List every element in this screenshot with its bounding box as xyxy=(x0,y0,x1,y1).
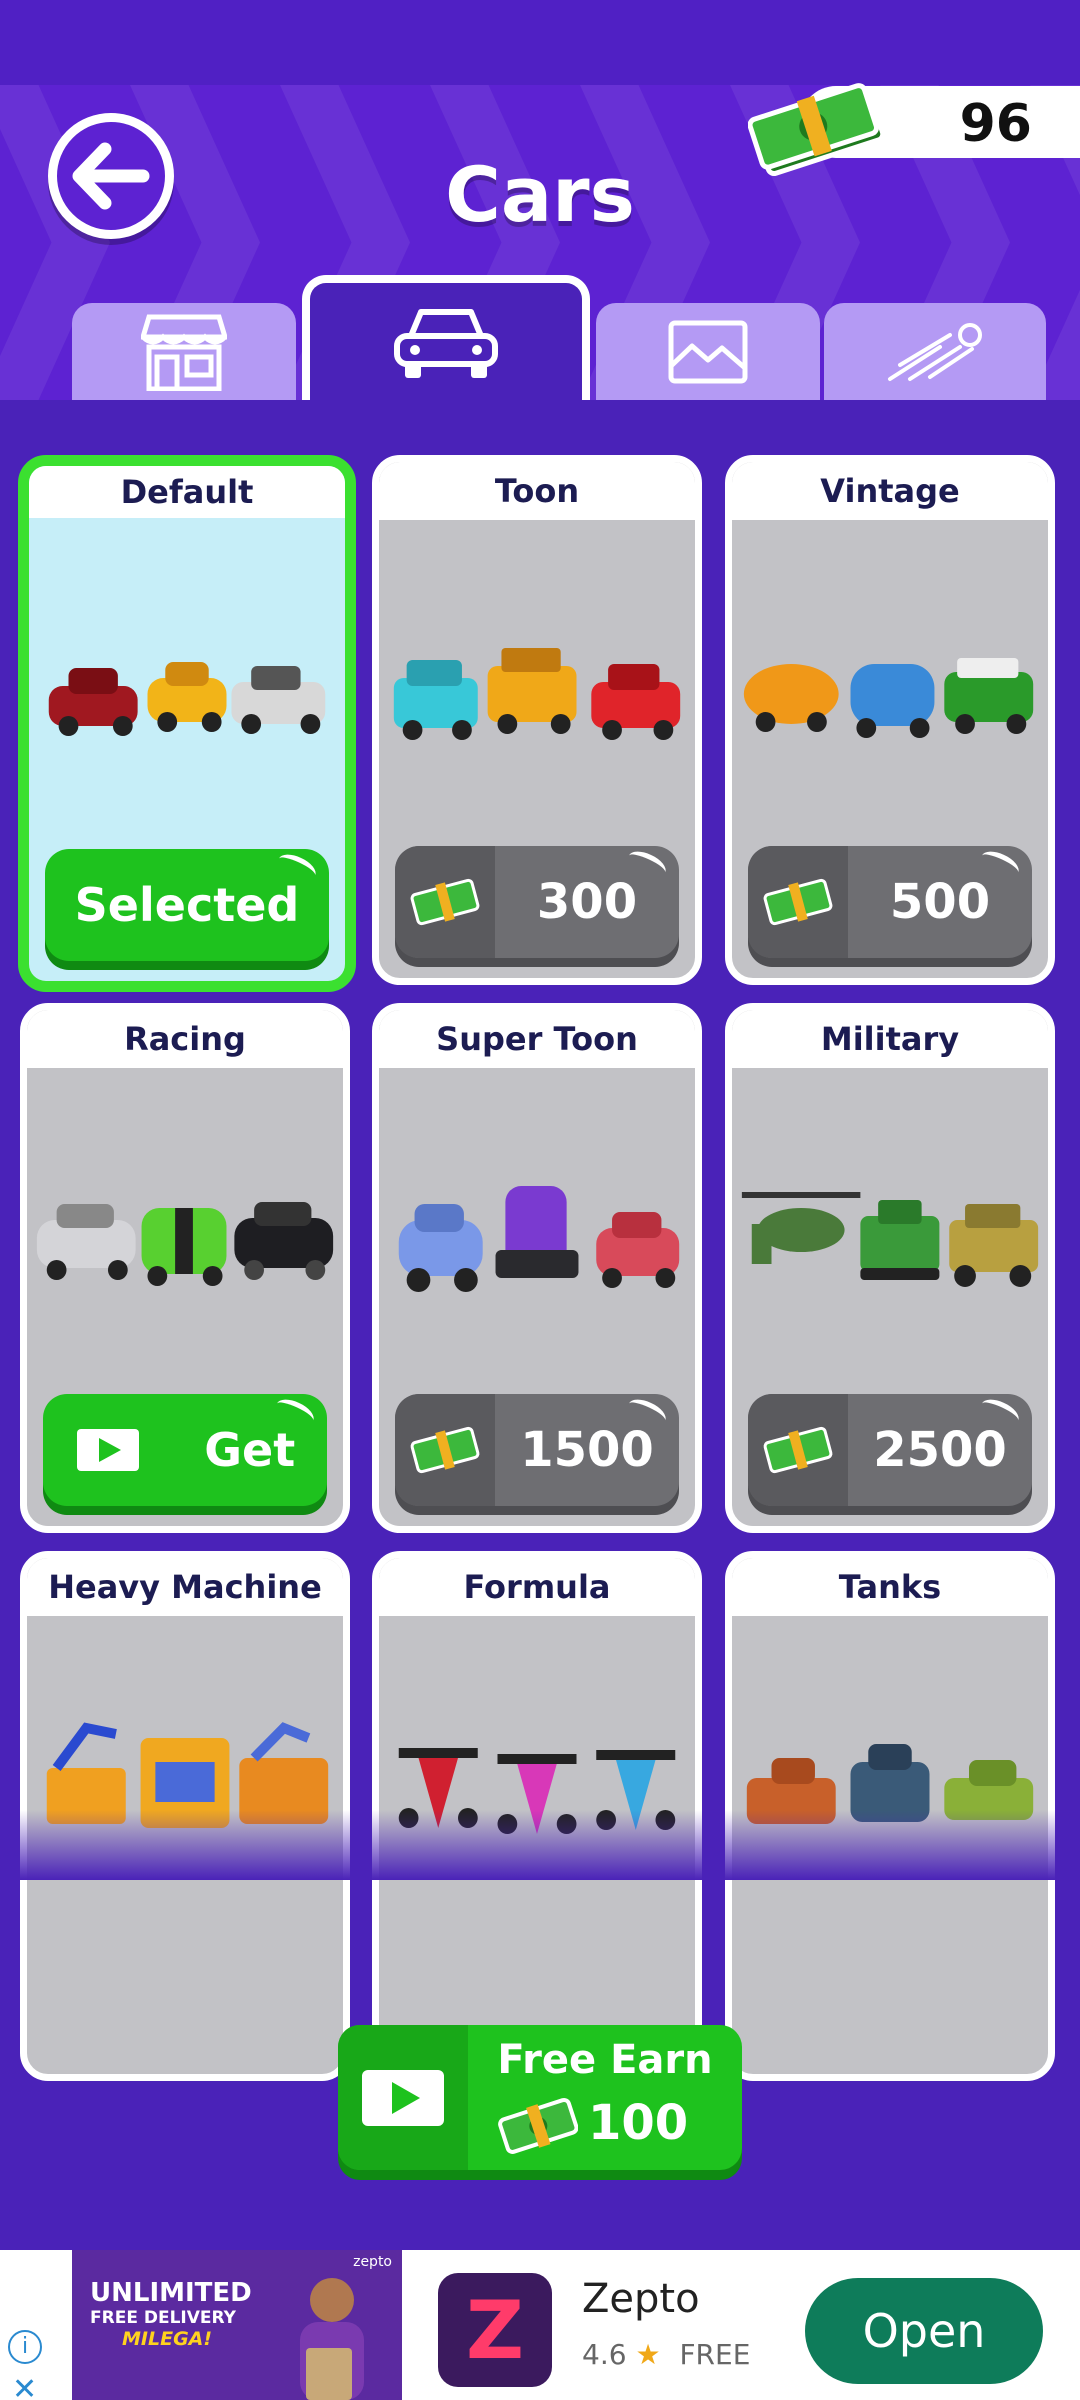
card-title: Vintage xyxy=(732,462,1048,520)
car-preview-image xyxy=(393,648,681,740)
landscape-icon xyxy=(668,320,748,383)
ad-info-icon[interactable]: i xyxy=(8,2330,42,2364)
card-title: Military xyxy=(732,1010,1048,1068)
car-pack-card-vintage[interactable]: Vintage 500 xyxy=(725,455,1055,985)
store-icon xyxy=(141,314,227,391)
car-preview-image xyxy=(398,1186,680,1292)
ad-open-button[interactable]: Open xyxy=(805,2278,1043,2384)
tab-effects[interactable] xyxy=(824,303,1046,400)
play-video-container xyxy=(338,2025,468,2170)
ad-app-name: Zepto xyxy=(582,2276,700,2322)
coin-balance-value: 96 xyxy=(959,94,1032,154)
play-video-icon xyxy=(362,2069,444,2126)
car-icon xyxy=(394,308,498,378)
car-preview-image xyxy=(36,1202,334,1286)
cash-icon xyxy=(498,2097,578,2154)
cash-icon xyxy=(410,1426,480,1474)
free-earn-button[interactable]: Free Earn 100 xyxy=(338,2025,742,2170)
selected-button[interactable]: Selected xyxy=(45,849,329,961)
tab-cars[interactable] xyxy=(302,275,590,400)
tab-store[interactable] xyxy=(72,303,296,400)
car-pack-card-military[interactable]: Military 2500 xyxy=(725,1003,1055,1533)
car-preview-image xyxy=(48,662,326,736)
cash-icon xyxy=(763,1426,833,1474)
person-illustration xyxy=(300,2278,364,2400)
get-label: Get xyxy=(204,1423,296,1477)
card-title: Toon xyxy=(379,462,695,520)
ad-creative[interactable]: zepto UNLIMITED FREE DELIVERY MILEGA! xyxy=(72,2250,402,2400)
car-pack-card-super-toon[interactable]: Super Toon 1500 xyxy=(372,1003,702,1533)
car-pack-card-racing[interactable]: Racing Get xyxy=(20,1003,350,1533)
buy-button[interactable]: 500 xyxy=(748,846,1032,958)
cash-icon xyxy=(763,878,833,926)
ad-tagline: MILEGA! xyxy=(122,2328,213,2350)
card-title: Default xyxy=(29,466,345,518)
buy-button[interactable]: 2500 xyxy=(748,1394,1032,1506)
ad-banner[interactable]: i ✕ zepto UNLIMITED FREE DELIVERY MILEGA… xyxy=(0,2250,1080,2400)
status-area xyxy=(0,0,1080,85)
zepto-app-icon[interactable]: Z xyxy=(438,2273,552,2387)
star-icon: ★ xyxy=(635,2338,661,2371)
ad-price: FREE xyxy=(679,2338,751,2371)
play-video-icon xyxy=(76,1429,139,1471)
car-preview-image xyxy=(741,1192,1039,1287)
card-title: Formula xyxy=(379,1558,695,1616)
cash-icon-container xyxy=(748,1394,848,1506)
car-pack-card-default[interactable]: Default Selected xyxy=(18,455,356,992)
cash-icon-container xyxy=(395,1394,495,1506)
ad-subline: FREE DELIVERY xyxy=(90,2308,236,2328)
cash-icon-container xyxy=(748,846,848,958)
cash-stack-icon xyxy=(748,83,886,177)
ad-brand: zepto xyxy=(353,2254,392,2270)
cash-icon xyxy=(410,878,480,926)
ad-rating-row: 4.6 ★ FREE xyxy=(582,2338,750,2371)
page-title: Cars xyxy=(445,150,635,239)
speed-trail-icon xyxy=(888,322,982,381)
ad-close-icon[interactable]: ✕ xyxy=(12,2372,37,2400)
buy-button[interactable]: 300 xyxy=(395,846,679,958)
card-title: Super Toon xyxy=(379,1010,695,1068)
car-pack-card-toon[interactable]: Toon 300 xyxy=(372,455,702,985)
selected-label: Selected xyxy=(74,878,300,932)
zepto-logo-letter: Z xyxy=(465,2283,524,2377)
free-earn-amount: 100 xyxy=(588,2095,689,2151)
ad-headline: UNLIMITED xyxy=(90,2278,252,2308)
buy-button[interactable]: 1500 xyxy=(395,1394,679,1506)
ad-rating: 4.6 xyxy=(582,2338,627,2371)
card-title: Racing xyxy=(27,1010,343,1068)
get-free-button[interactable]: Get xyxy=(43,1394,327,1506)
car-preview-image xyxy=(743,658,1034,738)
cash-icon-container xyxy=(395,846,495,958)
free-earn-label: Free Earn xyxy=(497,2037,713,2083)
card-title: Tanks xyxy=(732,1558,1048,1616)
scroll-fade xyxy=(0,1810,1080,1880)
card-title: Heavy Machine xyxy=(27,1558,343,1616)
tab-backgrounds[interactable] xyxy=(596,303,820,400)
